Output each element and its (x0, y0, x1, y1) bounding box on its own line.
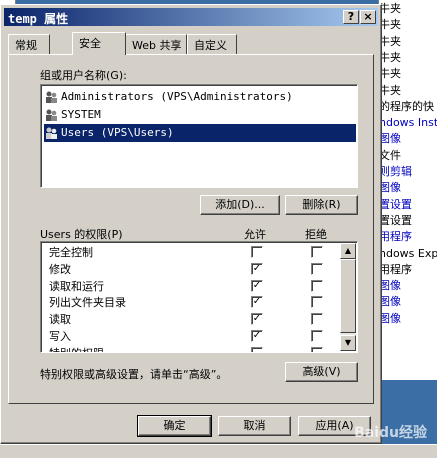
background-list-item: 用程序 (379, 230, 412, 244)
user-name: Users (VPS\Users) (61, 126, 174, 139)
watermark: Baidu经验 (354, 425, 427, 441)
permission-row: 写入 (49, 330, 71, 343)
allow-checkbox[interactable]: ✓ (251, 313, 263, 326)
tab-security[interactable]: 安全 (72, 32, 126, 55)
group-or-user-label: 组或用户名称(G): (40, 69, 127, 82)
allow-checkbox[interactable] (251, 346, 263, 352)
tab-label: 安全 (79, 37, 101, 50)
background-list-item: 置设置 (379, 213, 412, 227)
background-list-item: 牛夹 (379, 2, 401, 15)
permissions-scrollbar[interactable]: ▲ ▼ (340, 243, 356, 351)
title-bar[interactable]: temp 属性 ? × (4, 8, 378, 26)
background-list-item: 牛夹 (379, 83, 401, 97)
background-list-item: 置设置 (379, 197, 412, 211)
tab-label: 自定义 (194, 39, 227, 52)
tab-customize[interactable]: 自定义 (187, 34, 237, 54)
scroll-up-button[interactable]: ▲ (340, 243, 356, 259)
background-list-item: ndows Inst (379, 116, 437, 130)
permission-row: 修改 (49, 262, 71, 276)
close-button[interactable]: × (360, 10, 376, 24)
tab-label: Web 共享 (132, 39, 182, 52)
background-list-item: 的程序的快 (379, 99, 434, 113)
advanced-hint: 特别权限或高级设置，请单击“高级”。 (40, 368, 228, 381)
user-group-icon (46, 109, 57, 121)
background-list-item: 图像 (379, 311, 401, 325)
permission-row: 特别的权限 (49, 345, 104, 352)
background-list-item: 图像 (379, 132, 401, 146)
background-list-item: 图像 (379, 279, 401, 293)
deny-checkbox[interactable] (311, 346, 323, 352)
remove-button[interactable]: 删除(R) (285, 195, 358, 215)
permission-row: 读取和运行 (49, 279, 104, 293)
help-button[interactable]: ? (343, 10, 359, 24)
background-right-pane: 牛夹 牛夹 牛夹 牛夹 牛夹 牛夹 的程序的快 ndows Inst 图像 文件 则剪辑 图像置… (378, 0, 437, 325)
permissions-list[interactable]: 完全控制修改 ✓ 读取和运行 ✓ 列出文件夹目录 ✓ 读取 ✓ 写入 ✓ 特别的权限 ▲ ▼ (40, 241, 358, 353)
add-button[interactable]: 添加(D)... (200, 195, 280, 215)
window-title: temp 属性 (8, 12, 69, 26)
user-group-icon (46, 127, 57, 139)
allow-checkbox[interactable]: ✓ (251, 330, 263, 342)
user-item-system[interactable]: SYSTEM (44, 106, 356, 124)
allow-header: 允许 (244, 228, 266, 241)
permissions-label: Users 的权限(P) (40, 228, 123, 241)
scroll-down-button[interactable]: ▼ (340, 335, 356, 351)
user-item-administrators[interactable]: Administrators (VPS\Administrators) (44, 88, 356, 106)
background-right-strip (378, 325, 437, 380)
deny-header: 拒绝 (305, 228, 327, 241)
background-list-item: 文件 (379, 148, 401, 162)
background-list-item: 图像 (379, 181, 401, 195)
scroll-thumb[interactable] (340, 259, 356, 333)
permission-row: 列出文件夹目录 (49, 296, 126, 310)
background-list-item: 用程序 (379, 262, 412, 276)
tab-general[interactable]: 常规 (8, 34, 50, 54)
background-list-item: 牛夹 (379, 50, 401, 64)
user-list[interactable]: Administrators (VPS\Administrators) SYST… (40, 84, 358, 188)
security-panel: 组或用户名称(G): Administrators (VPS\Administr… (8, 54, 374, 404)
background-list-item: 牛夹 (379, 67, 401, 81)
deny-checkbox[interactable] (311, 279, 323, 292)
deny-checkbox[interactable] (311, 246, 323, 258)
deny-checkbox[interactable] (311, 296, 323, 309)
ok-button[interactable]: 确定 (137, 415, 212, 437)
taskbar (0, 444, 437, 458)
background-list-item: 图像 (379, 295, 401, 309)
tab-web-sharing[interactable]: Web 共享 (125, 34, 187, 54)
background-list-item: 牛夹 (379, 34, 401, 48)
user-name: SYSTEM (61, 108, 101, 121)
allow-checkbox[interactable]: ✓ (251, 296, 263, 309)
background-list-item: 牛夹 (379, 18, 401, 32)
user-group-icon (46, 91, 57, 103)
allow-checkbox[interactable] (251, 246, 263, 258)
deny-checkbox[interactable] (311, 262, 323, 275)
allow-checkbox[interactable]: ✓ (251, 262, 263, 275)
allow-checkbox[interactable]: ✓ (251, 279, 263, 292)
background-list-item: 则剪辑 (379, 165, 412, 178)
background-list-item: ndows Expl (379, 246, 437, 260)
cancel-button[interactable]: 取消 (218, 416, 291, 436)
user-item-users[interactable]: Users (VPS\Users) (44, 124, 356, 142)
user-name: Administrators (VPS\Administrators) (61, 90, 293, 103)
deny-checkbox[interactable] (311, 330, 323, 342)
permission-row: 完全控制 (49, 246, 93, 259)
deny-checkbox[interactable] (311, 313, 323, 326)
tab-label: 常规 (15, 39, 37, 52)
properties-dialog: temp 属性 ? × 常规 安全 Web 共享 自定义 组或用户名称(G): … (0, 4, 382, 444)
permission-row: 读取 (49, 313, 71, 327)
advanced-button[interactable]: 高级(V) (285, 362, 358, 382)
